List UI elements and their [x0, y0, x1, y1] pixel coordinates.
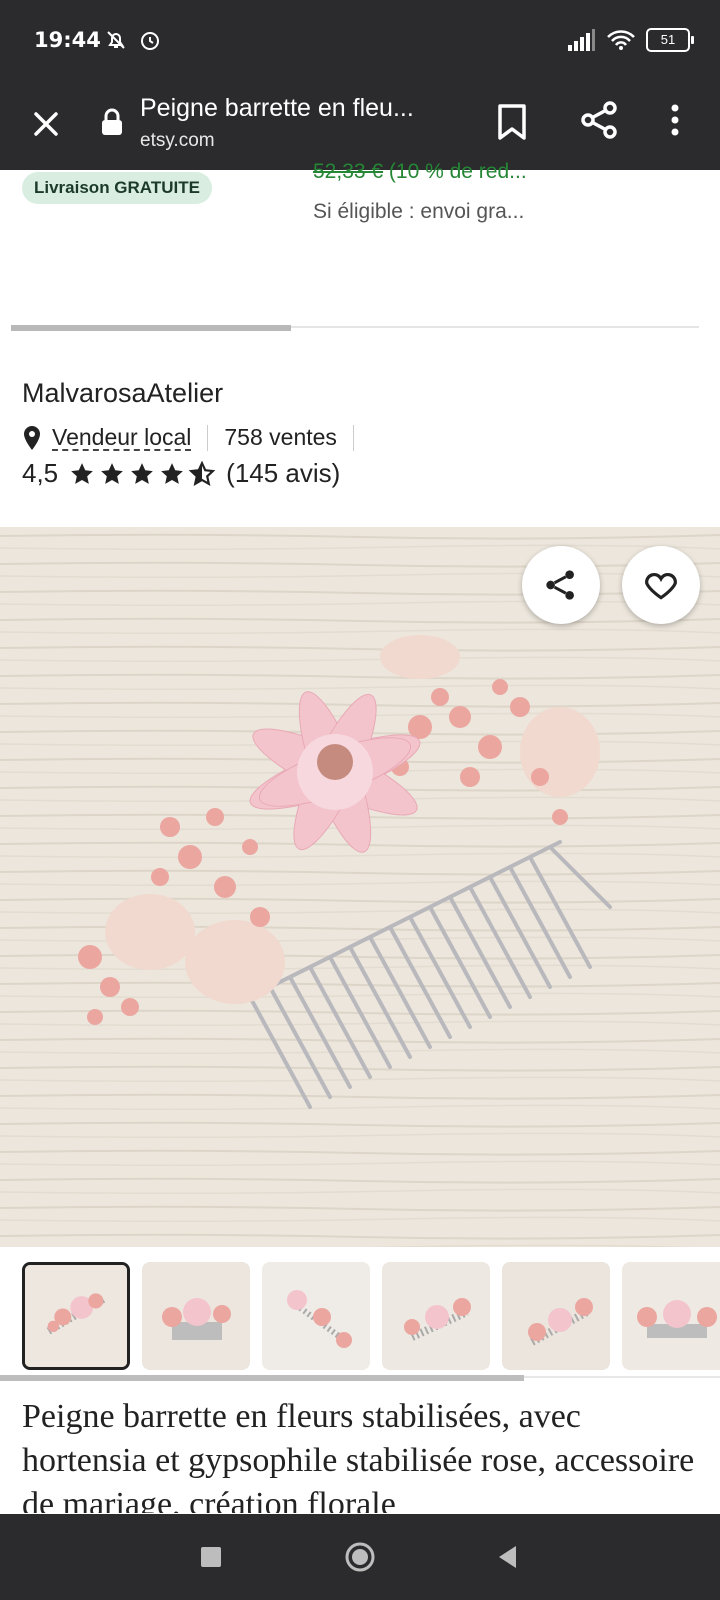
- recent-apps-button[interactable]: [200, 1546, 222, 1568]
- rating-row[interactable]: 4,5 (145 avis): [22, 458, 340, 489]
- more-options-icon[interactable]: [660, 98, 690, 142]
- page-title: Peigne barrette en fleu...: [140, 94, 414, 122]
- half-star-icon: [188, 460, 216, 486]
- carousel-scroll-thumb[interactable]: [11, 325, 291, 331]
- rating-stars: [68, 460, 216, 487]
- thumbnail-image: [622, 1262, 720, 1370]
- discount-text: 52,33 € (10 % de red...: [313, 160, 527, 186]
- thumbnail-image: [382, 1262, 490, 1370]
- status-bar: 19:44 51: [0, 0, 720, 86]
- silent-icon: [107, 31, 125, 49]
- thumbnail-strip: [22, 1262, 720, 1370]
- status-icons-left: [104, 28, 162, 52]
- shop-name[interactable]: MalvarosaAtelier: [22, 378, 223, 409]
- alarm-icon: [141, 32, 159, 50]
- share-icon[interactable]: [578, 98, 622, 142]
- system-nav-bar: [0, 1514, 720, 1600]
- thumbnail-1[interactable]: [22, 1262, 130, 1370]
- thumbnail-image: [262, 1262, 370, 1370]
- wifi-icon: [607, 30, 635, 50]
- discount-percent: (10 % de red...: [383, 160, 527, 183]
- product-title: Peigne barrette en fleurs stabilisées, a…: [22, 1398, 695, 1513]
- original-price: 52,33 €: [313, 160, 384, 183]
- shop-meta: Vendeur local 758 ventes: [22, 424, 370, 451]
- page-url: etsy.com: [140, 130, 215, 151]
- home-button[interactable]: [344, 1541, 376, 1573]
- browser-toolbar: Peigne barrette en fleu... etsy.com: [0, 86, 720, 170]
- favorite-button[interactable]: [622, 546, 700, 624]
- review-count: (145 avis): [226, 458, 341, 488]
- signal-icon: [568, 29, 595, 51]
- status-time: 19:44: [34, 28, 101, 52]
- location-pin-icon: [24, 425, 40, 450]
- sales-count: 758 ventes: [224, 424, 337, 450]
- star-icon: [101, 462, 123, 484]
- thumbnail-6[interactable]: [622, 1262, 720, 1370]
- share-icon: [546, 570, 574, 600]
- share-image-button[interactable]: [522, 546, 600, 624]
- shipping-note: Si éligible : envoi gra...: [313, 200, 525, 223]
- status-icons-right: 51: [566, 28, 694, 52]
- product-main-image[interactable]: [0, 527, 720, 1247]
- thumbnail-3[interactable]: [262, 1262, 370, 1370]
- divider: [207, 424, 209, 451]
- lock-icon: [102, 108, 122, 135]
- back-button[interactable]: [496, 1544, 518, 1570]
- thumbnail-image: [25, 1265, 127, 1367]
- star-icon: [161, 462, 183, 484]
- thumbnail-image: [502, 1262, 610, 1370]
- heart-icon: [645, 572, 677, 600]
- rating-value: 4,5: [22, 458, 59, 488]
- free-shipping-badge: Livraison GRATUITE: [22, 172, 212, 204]
- star-icon: [131, 462, 153, 484]
- thumbnail-image: [142, 1262, 250, 1370]
- thumbnail-4[interactable]: [382, 1262, 490, 1370]
- thumbnail-scroll-thumb[interactable]: [0, 1375, 524, 1381]
- local-seller-link[interactable]: Vendeur local: [52, 425, 192, 451]
- battery-icon: 51: [646, 28, 694, 52]
- star-icon: [71, 462, 93, 484]
- divider: [352, 424, 354, 451]
- thumbnail-5[interactable]: [502, 1262, 610, 1370]
- bookmark-icon[interactable]: [492, 100, 532, 144]
- close-icon[interactable]: [26, 104, 66, 144]
- thumbnail-2[interactable]: [142, 1262, 250, 1370]
